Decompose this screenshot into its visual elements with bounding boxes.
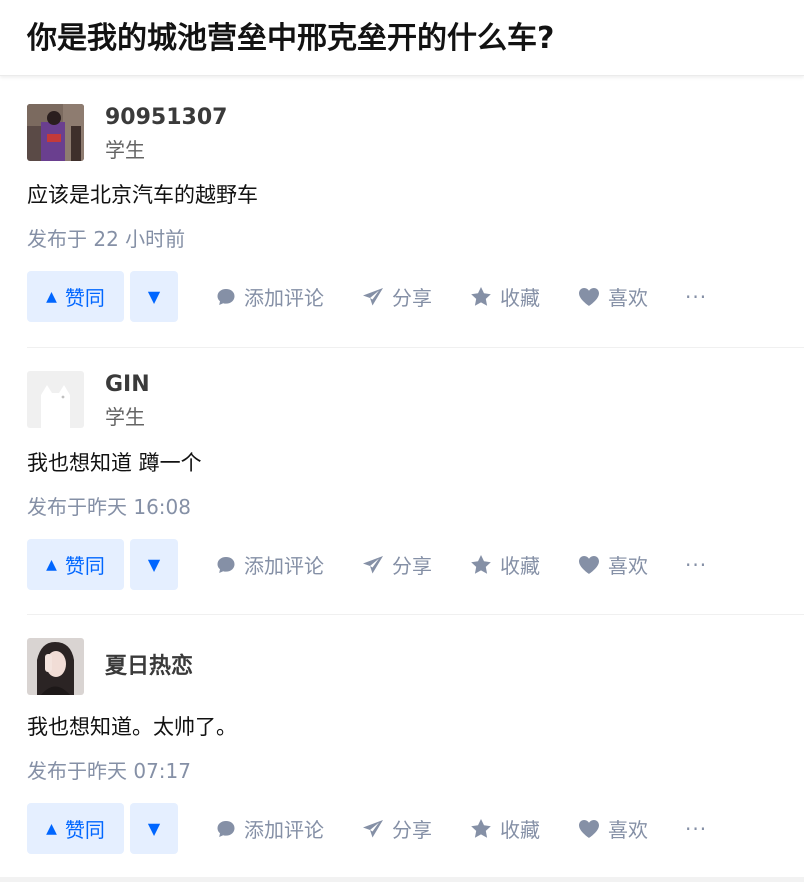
triangle-down-icon: ▼ [147,555,161,574]
downvote-button[interactable]: ▼ [130,539,178,590]
author-block: 夏日热恋 [27,638,193,695]
share-label: 分享 [392,286,432,310]
answer-time[interactable]: 发布于昨天 07:17 [27,757,191,785]
divider [27,347,804,348]
triangle-down-icon: ▼ [147,819,161,838]
share-button[interactable]: 分享 [362,550,432,579]
divider [27,614,804,615]
author-name[interactable]: GIN [105,371,150,399]
downvote-button[interactable]: ▼ [130,271,178,322]
share-button[interactable]: 分享 [362,282,432,311]
paper-plane-icon [363,555,383,573]
author-headline: 学生 [105,138,145,162]
comment-label: 添加评论 [244,818,324,842]
share-label: 分享 [392,554,432,578]
paper-plane-icon [363,819,383,837]
collect-label: 收藏 [500,286,540,310]
comment-button[interactable]: 添加评论 [216,814,324,843]
avatar[interactable] [27,371,84,428]
comment-icon [217,820,235,837]
like-button[interactable]: 喜欢 [578,814,648,843]
like-label: 喜欢 [608,286,648,310]
comment-button[interactable]: 添加评论 [216,550,324,579]
bottom-divider [0,877,804,882]
heart-icon [579,287,599,306]
more-dots-icon: ··· [685,284,708,309]
share-button[interactable]: 分享 [362,814,432,843]
comment-label: 添加评论 [244,554,324,578]
triangle-up-icon: ▲ [46,556,57,573]
author-block: GIN 学生 [27,371,150,430]
action-bar: ▲ 赞同 ▼ 添加评论 分享 收藏 喜欢 ··· [27,271,707,322]
triangle-up-icon: ▲ [46,288,57,305]
heart-icon [579,555,599,574]
upvote-label: 赞同 [64,286,105,310]
question-header: 你是我的城池营垒中邢克垒开的什么车? [0,0,804,76]
comment-icon [217,556,235,573]
star-icon [471,819,491,838]
more-dots-icon: ··· [685,552,708,577]
action-bar: ▲ 赞同 ▼ 添加评论 分享 收藏 喜欢 ··· [27,803,707,854]
like-button[interactable]: 喜欢 [578,550,648,579]
answer-content[interactable]: 我也想知道。太帅了。 [27,712,237,742]
star-icon [471,287,491,306]
share-label: 分享 [392,818,432,842]
triangle-down-icon: ▼ [147,287,161,306]
star-icon [471,555,491,574]
author-info: 90951307 学生 [105,104,227,163]
page: 你是我的城池营垒中邢克垒开的什么车? 90951307 学生 应该是北京汽车的越… [0,0,804,882]
author-headline: 学生 [105,405,145,429]
answer-content[interactable]: 应该是北京汽车的越野车 [27,180,258,210]
more-button[interactable]: ··· [685,553,707,577]
more-button[interactable]: ··· [685,817,707,841]
collect-button[interactable]: 收藏 [470,550,540,579]
more-dots-icon: ··· [685,816,708,841]
heart-icon [579,819,599,838]
like-label: 喜欢 [608,818,648,842]
answer-content[interactable]: 我也想知道 蹲一个 [27,448,202,478]
triangle-up-icon: ▲ [46,820,57,837]
avatar[interactable] [27,104,84,161]
like-label: 喜欢 [608,554,648,578]
collect-button[interactable]: 收藏 [470,282,540,311]
avatar[interactable] [27,638,84,695]
like-button[interactable]: 喜欢 [578,282,648,311]
upvote-label: 赞同 [64,818,105,842]
comment-label: 添加评论 [244,286,324,310]
collect-label: 收藏 [500,818,540,842]
author-info: GIN 学生 [105,371,150,430]
action-bar: ▲ 赞同 ▼ 添加评论 分享 收藏 喜欢 ··· [27,539,707,590]
answer-time[interactable]: 发布于 22 小时前 [27,225,185,253]
author-name[interactable]: 夏日热恋 [105,653,193,681]
upvote-label: 赞同 [64,554,105,578]
author-info: 夏日热恋 [105,638,193,695]
more-button[interactable]: ··· [685,285,707,309]
upvote-button[interactable]: ▲ 赞同 [27,539,124,590]
downvote-button[interactable]: ▼ [130,803,178,854]
upvote-button[interactable]: ▲ 赞同 [27,271,124,322]
collect-label: 收藏 [500,554,540,578]
comment-button[interactable]: 添加评论 [216,282,324,311]
comment-icon [217,288,235,305]
answer-time[interactable]: 发布于昨天 16:08 [27,493,191,521]
author-name[interactable]: 90951307 [105,104,227,132]
author-block: 90951307 学生 [27,104,227,163]
paper-plane-icon [363,287,383,305]
upvote-button[interactable]: ▲ 赞同 [27,803,124,854]
question-title[interactable]: 你是我的城池营垒中邢克垒开的什么车? [27,17,804,61]
collect-button[interactable]: 收藏 [470,814,540,843]
